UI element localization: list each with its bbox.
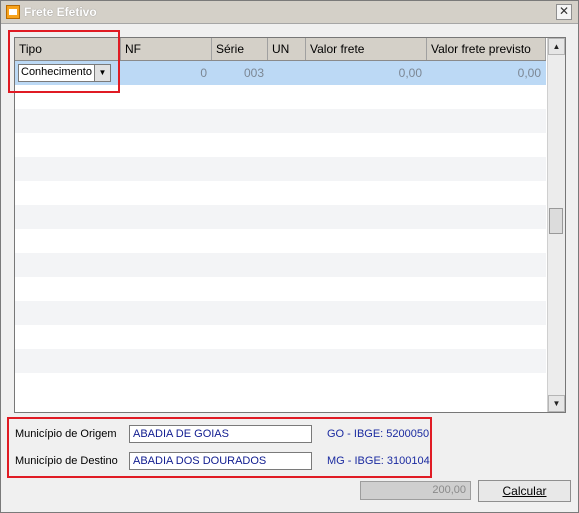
calcular-button[interactable]: Calcular [478, 480, 571, 502]
cell-valor-frete: 0,00 [398, 66, 422, 80]
scrollbar-thumb[interactable] [549, 208, 563, 234]
scroll-down-button[interactable]: ▼ [548, 395, 565, 412]
app-icon [6, 5, 20, 19]
empty-row-stripe [15, 205, 546, 229]
empty-row-stripe [15, 253, 546, 277]
scroll-up-button[interactable]: ▲ [548, 38, 565, 55]
calcular-label: Calcular [502, 484, 547, 498]
cell-un [268, 61, 302, 85]
empty-row-stripe [15, 109, 546, 133]
cell-valor-frete-previsto: 0,00 [517, 66, 541, 80]
empty-row-stripe [15, 301, 546, 325]
empty-row-stripe [15, 349, 546, 373]
window-title: Frete Efetivo [24, 5, 97, 19]
frete-efetivo-window: Frete Efetivo ✕ Tipo NF Série UN Valor f… [0, 0, 579, 513]
column-header-nf[interactable]: NF [121, 38, 212, 60]
cell-serie: 003 [243, 66, 264, 80]
empty-row-stripe [15, 157, 546, 181]
vertical-scrollbar[interactable]: ▲ ▼ [547, 38, 565, 412]
highlight-box-municipios [7, 417, 432, 478]
column-header-un[interactable]: UN [268, 38, 306, 60]
column-header-valor-frete-previsto[interactable]: Valor frete previsto [427, 38, 546, 60]
cell-nf: 0 [200, 66, 207, 80]
title-bar: Frete Efetivo ✕ [1, 1, 578, 24]
column-header-valor-frete[interactable]: Valor frete [306, 38, 427, 60]
freight-grid: Tipo NF Série UN Valor frete Valor frete… [14, 37, 566, 413]
column-header-serie[interactable]: Série [212, 38, 268, 60]
highlight-box-tipo [8, 30, 120, 93]
total-value: 200,00 [360, 481, 471, 500]
close-button[interactable]: ✕ [556, 4, 572, 20]
